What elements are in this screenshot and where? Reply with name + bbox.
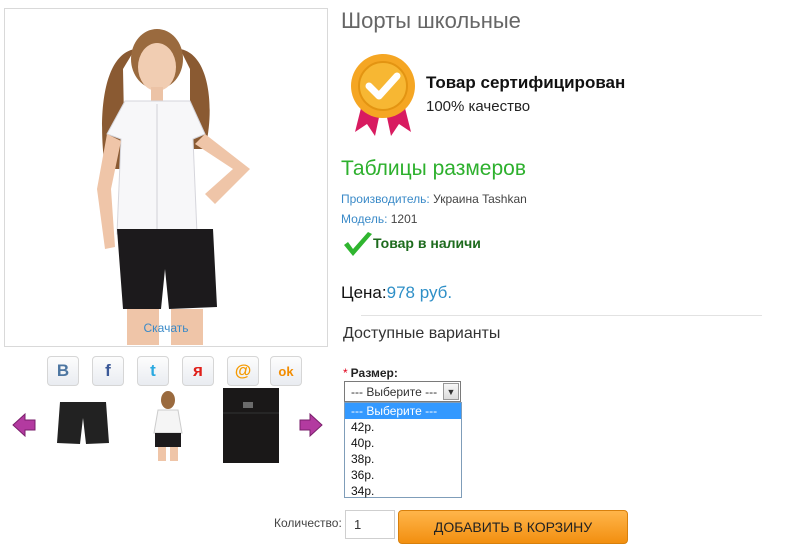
price-row: Цена:978 руб. xyxy=(341,283,452,303)
twitter-share-button[interactable]: t xyxy=(137,356,169,386)
size-label: * Размер: xyxy=(343,366,398,380)
product-main-image[interactable]: Скачать xyxy=(4,8,328,347)
thumbnail-2[interactable] xyxy=(140,388,198,463)
size-option[interactable]: 34р. xyxy=(345,483,461,499)
vk-share-button[interactable]: B xyxy=(47,356,79,386)
size-option[interactable]: 40р. xyxy=(345,435,461,451)
size-option[interactable]: --- Выберите --- xyxy=(345,403,461,419)
certificate-badge-icon xyxy=(351,54,415,136)
checkmark-icon xyxy=(344,232,372,256)
odnoklassniki-icon: ok xyxy=(278,363,294,379)
certificate-subtitle: 100% качество xyxy=(426,98,531,115)
quantity-input[interactable]: 1 xyxy=(345,510,395,539)
model-label: Модель: xyxy=(341,212,388,226)
mail-share-button[interactable]: @ xyxy=(227,356,259,386)
manufacturer-row: Производитель: Украина Tashkan xyxy=(341,192,527,206)
vk-icon: B xyxy=(56,361,70,380)
yandex-share-button[interactable]: я xyxy=(182,356,214,386)
size-select-value: --- Выберите --- xyxy=(351,385,438,399)
price-value: 978 руб. xyxy=(386,283,453,302)
add-to-cart-button[interactable]: ДОБАВИТЬ В КОРЗИНУ xyxy=(398,510,628,544)
size-tables-link[interactable]: Таблицы размеров xyxy=(341,157,526,181)
thumbnail-1[interactable] xyxy=(54,388,112,448)
mail-icon: @ xyxy=(234,361,252,380)
thumbnail-3[interactable] xyxy=(223,388,279,463)
stock-status: Товар в наличи xyxy=(373,235,481,251)
model-value: 1201 xyxy=(390,212,418,226)
carousel-next-arrow-icon[interactable] xyxy=(298,412,324,438)
size-select[interactable]: --- Выберите --- ▼ xyxy=(344,381,461,402)
product-photo xyxy=(97,29,250,345)
size-option[interactable]: 38р. xyxy=(345,451,461,467)
price-label: Цена: xyxy=(341,283,387,302)
quantity-label: Количество: xyxy=(274,516,342,530)
facebook-share-button[interactable]: f xyxy=(92,356,124,386)
size-option[interactable]: 36р. xyxy=(345,467,461,483)
variants-heading: Доступные варианты xyxy=(343,325,501,342)
manufacturer-value: Украина Tashkan xyxy=(433,192,527,206)
facebook-icon: f xyxy=(105,361,111,380)
carousel-prev-arrow-icon[interactable] xyxy=(11,412,37,438)
product-title: Шорты школьные xyxy=(341,8,521,33)
chevron-down-icon[interactable]: ▼ xyxy=(443,383,459,400)
size-label-text: Размер: xyxy=(350,366,398,380)
size-option[interactable]: 42р. xyxy=(345,419,461,435)
model-row: Модель: 1201 xyxy=(341,212,417,226)
twitter-icon: t xyxy=(150,361,156,380)
odnoklassniki-share-button[interactable]: ok xyxy=(270,356,302,386)
divider xyxy=(361,315,762,316)
size-dropdown-list: --- Выберите --- 42р. 40р. 38р. 36р. 34р… xyxy=(344,402,462,498)
manufacturer-label[interactable]: Производитель: xyxy=(341,192,430,206)
certificate-title: Товар сертифицирован xyxy=(426,73,626,92)
required-mark: * xyxy=(343,366,348,380)
yandex-icon: я xyxy=(193,361,203,380)
download-link[interactable]: Скачать xyxy=(5,321,327,335)
